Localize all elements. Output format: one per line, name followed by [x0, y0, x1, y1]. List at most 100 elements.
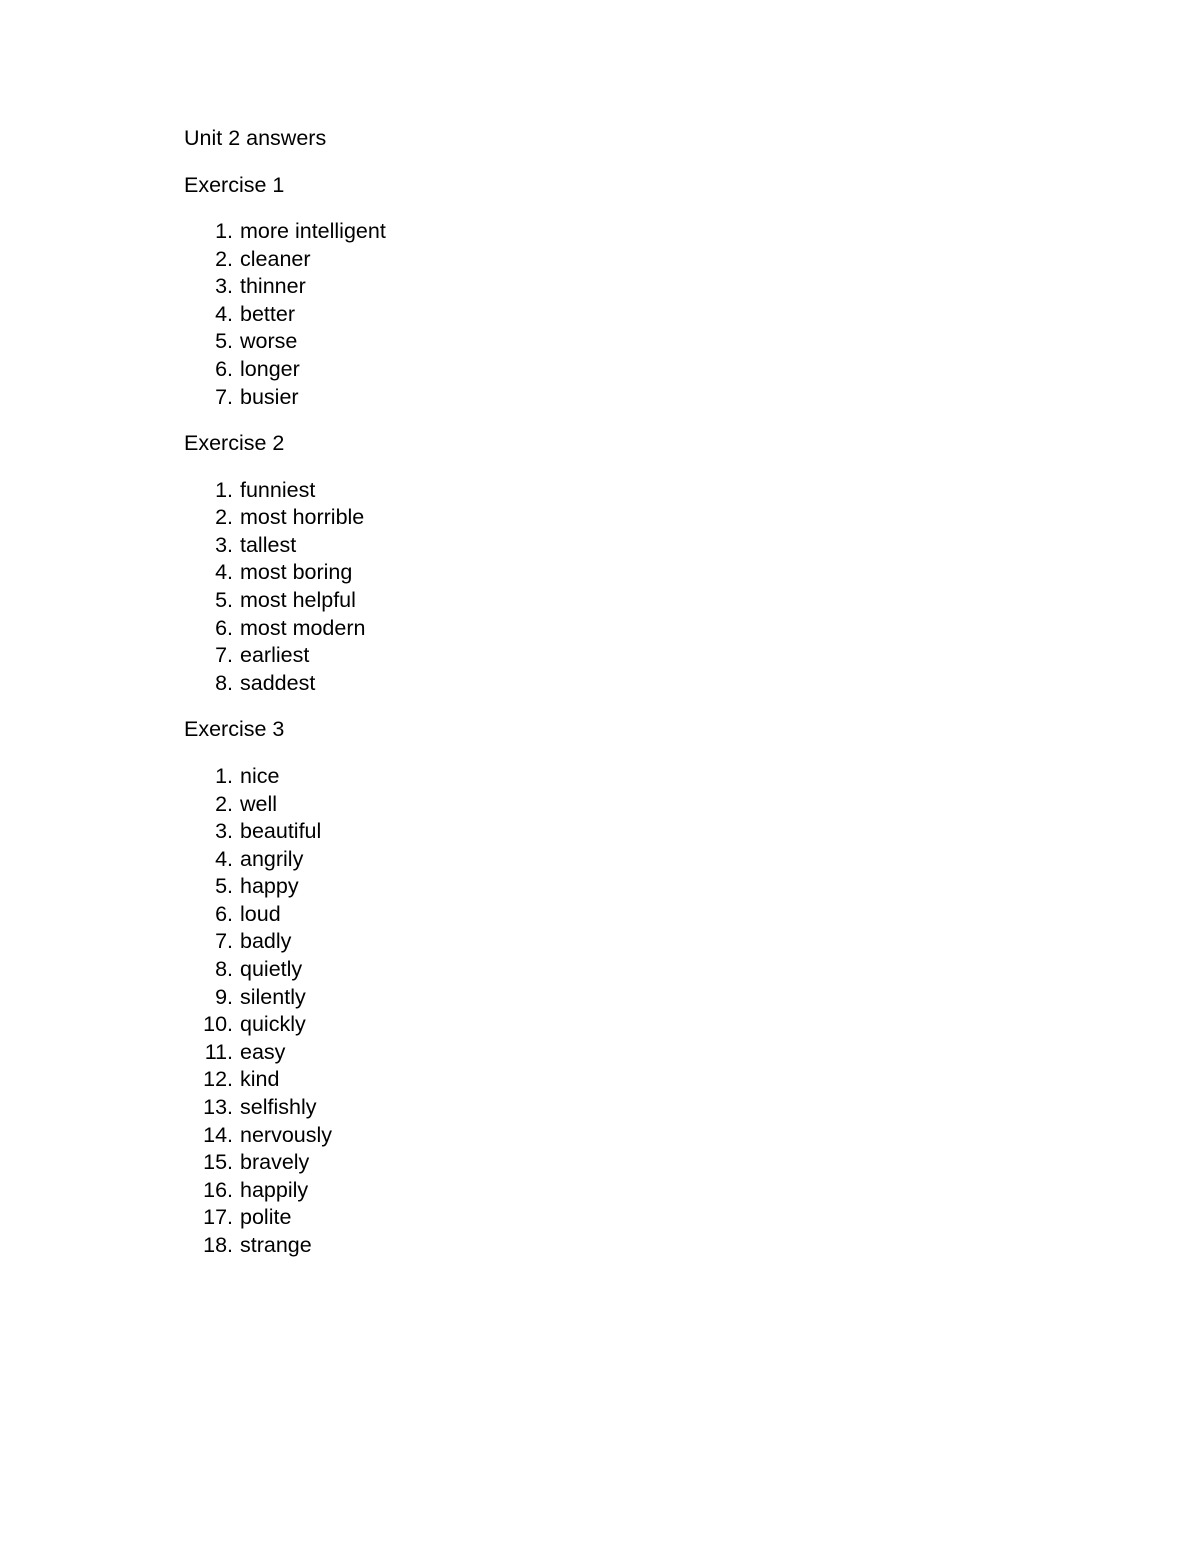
list-item: 1. more intelligent — [184, 218, 1016, 246]
list-item-label: most modern — [240, 615, 366, 640]
list-item-number: 5. — [215, 588, 233, 613]
list-item-label: better — [240, 301, 295, 326]
exercise-section: Exercise 3 1. nice 2. well 3. beautiful 4. angri… — [184, 719, 1016, 1259]
list-item: 4. most boring — [184, 559, 1016, 587]
list-item: 8. quietly — [184, 956, 1016, 984]
exercise-section: Exercise 2 1. funniest 2. most horrible 3. tal… — [184, 433, 1016, 697]
list-item-label: bravely — [240, 1150, 310, 1175]
list-item-number: 2. — [215, 505, 233, 530]
list-item-label: thinner — [240, 274, 306, 299]
list-item-number: 1. — [215, 763, 233, 788]
list-item-label: nice — [240, 763, 280, 788]
list-item-number: 4. — [215, 560, 233, 585]
list-item-number: 17. — [203, 1205, 233, 1230]
list-item-number: 8. — [215, 957, 233, 982]
list-item: 9. silently — [184, 984, 1016, 1012]
list-item-label: most helpful — [240, 588, 356, 613]
list-item-number: 6. — [215, 901, 233, 926]
document-page: Unit 2 answers Exercise 1 1. more intellig… — [0, 0, 1200, 1553]
list-item-label: funniest — [240, 477, 316, 502]
list-item-label: longer — [240, 356, 300, 381]
list-item: 5. happy — [184, 873, 1016, 901]
list-item-label: most horrible — [240, 505, 365, 530]
list-item-number: 5. — [215, 329, 233, 354]
list-item-label: kind — [240, 1067, 280, 1092]
list-item-number: 3. — [215, 274, 233, 299]
list-item: 4. better — [184, 301, 1016, 329]
list-item: 7. busier — [184, 384, 1016, 412]
list-item: 3. beautiful — [184, 818, 1016, 846]
list-item-label: earliest — [240, 643, 310, 668]
list-item-number: 9. — [215, 984, 233, 1009]
list-item-number: 7. — [215, 929, 233, 954]
list-item: 12. kind — [184, 1066, 1016, 1094]
list-item-number: 13. — [203, 1095, 233, 1120]
document-body: Unit 2 answers Exercise 1 1. more intellig… — [184, 126, 1016, 1260]
list-item-label: more intelligent — [240, 219, 386, 243]
list-item-label: quickly — [240, 1012, 306, 1037]
list-item: 1. funniest — [184, 477, 1016, 505]
section-heading: Exercise 2 — [184, 431, 285, 456]
exercise-section: Exercise 1 1. more intelligent 2. cleaner 3. t… — [184, 172, 1016, 412]
list-item-label: polite — [240, 1205, 292, 1230]
list-item-number: 2. — [215, 246, 233, 271]
list-item: 2. cleaner — [184, 246, 1016, 274]
list-item-label: cleaner — [240, 246, 311, 271]
list-item-label: quietly — [240, 957, 303, 982]
list-item: 8. saddest — [184, 670, 1016, 698]
list-item: 13. selfishly — [184, 1094, 1016, 1122]
list-item-number: 1. — [215, 219, 233, 243]
list-item: 6. longer — [184, 356, 1016, 384]
list-item-label: easy — [240, 1039, 286, 1064]
list-item-label: happy — [240, 874, 299, 899]
list-item-label: angrily — [240, 846, 304, 871]
list-item: 17. polite — [184, 1204, 1016, 1232]
list-item-label: beautiful — [240, 819, 322, 844]
list-item: 3. thinner — [184, 273, 1016, 301]
list-item-number: 8. — [215, 670, 233, 695]
list-item: 11. easy — [184, 1039, 1016, 1067]
list-item: 3. tallest — [184, 532, 1016, 560]
list-item-number: 4. — [215, 301, 233, 326]
list-item-label: loud — [240, 901, 281, 926]
list-item-number: 14. — [203, 1122, 233, 1147]
list-item: 2. most horrible — [184, 504, 1016, 532]
list-item: 7. earliest — [184, 642, 1016, 670]
list-item-number: 7. — [215, 384, 233, 409]
sections-container: Exercise 1 1. more intelligent 2. cleaner 3. t… — [184, 172, 1016, 1260]
list-item: 15. bravely — [184, 1149, 1016, 1177]
page-title: Unit 2 answers — [184, 126, 327, 150]
list-item-number: 12. — [203, 1067, 233, 1092]
answer-list: 1. more intelligent 2. cleaner 3. thinner 4. be… — [184, 218, 1016, 411]
list-item-number: 6. — [215, 356, 233, 381]
list-item: 18. strange — [184, 1232, 1016, 1260]
list-item: 16. happily — [184, 1177, 1016, 1205]
list-item-number: 4. — [215, 846, 233, 871]
list-item-label: busier — [240, 384, 299, 409]
list-item-number: 1. — [215, 477, 233, 502]
list-item: 10. quickly — [184, 1011, 1016, 1039]
list-item-label: badly — [240, 929, 292, 954]
list-item: 5. most helpful — [184, 587, 1016, 615]
list-item-number: 10. — [203, 1012, 233, 1037]
section-heading: Exercise 1 — [184, 172, 285, 197]
list-item-number: 5. — [215, 874, 233, 899]
list-item: 14. nervously — [184, 1122, 1016, 1150]
list-item-label: happily — [240, 1177, 309, 1202]
list-item-label: well — [240, 791, 278, 816]
list-item-number: 2. — [215, 791, 233, 816]
list-item-number: 18. — [203, 1233, 233, 1257]
list-item-number: 15. — [203, 1150, 233, 1175]
list-item: 7. badly — [184, 928, 1016, 956]
list-item-label: worse — [240, 329, 298, 354]
list-item-label: saddest — [240, 670, 316, 695]
list-item: 6. loud — [184, 901, 1016, 929]
list-item: 5. worse — [184, 328, 1016, 356]
list-item-label: tallest — [240, 532, 297, 557]
list-item-number: 6. — [215, 615, 233, 640]
list-item-number: 16. — [203, 1177, 233, 1202]
list-item: 2. well — [184, 791, 1016, 819]
list-item: 4. angrily — [184, 846, 1016, 874]
list-item: 1. nice — [184, 763, 1016, 791]
section-heading: Exercise 3 — [184, 717, 285, 742]
